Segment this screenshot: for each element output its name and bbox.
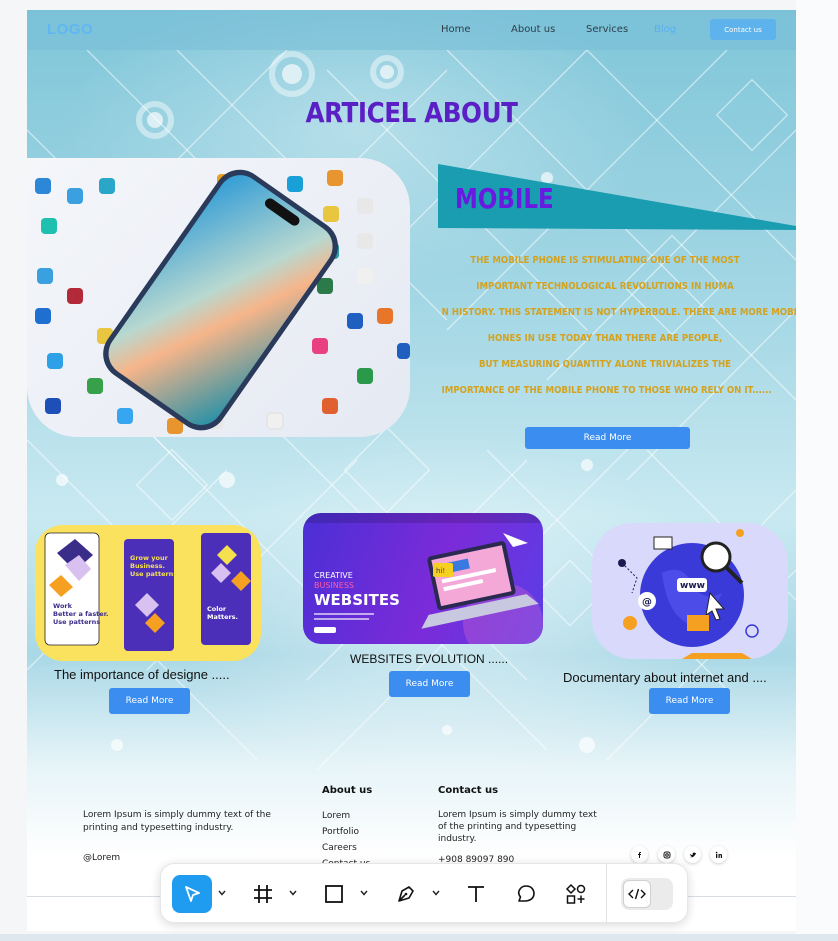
facebook-icon[interactable] xyxy=(631,846,648,863)
card-title-design[interactable]: The importance of designe ..... xyxy=(54,667,230,682)
card-title-websites[interactable]: WEBSITES EVOLUTION ...... xyxy=(350,652,508,666)
twitter-icon[interactable] xyxy=(684,846,701,863)
contact-us-button[interactable]: Contact us xyxy=(710,19,776,40)
card-read-more-button-websites[interactable]: Read More xyxy=(389,671,470,697)
text-tool-button[interactable] xyxy=(456,875,496,913)
artboard-canvas[interactable]: LOGO Home About us Services Blog Contact… xyxy=(27,10,796,931)
components-tool-button[interactable] xyxy=(556,875,596,913)
hero-smartphone-image xyxy=(27,158,410,437)
card1-image-text: Grow your xyxy=(130,554,169,562)
card-read-more-button-internet[interactable]: Read More xyxy=(649,688,730,714)
card1-image-text: Color xyxy=(207,605,227,613)
footer-contact-heading: Contact us xyxy=(438,785,499,796)
pen-tool-button[interactable] xyxy=(386,875,426,913)
footer-contact-text: Lorem Ipsum is simply dummy text of the … xyxy=(438,810,597,844)
text-t-icon xyxy=(468,886,484,902)
dev-mode-toggle[interactable] xyxy=(621,878,673,910)
frame-hash-icon xyxy=(254,885,272,903)
code-brackets-icon xyxy=(623,880,651,908)
card-title-internet[interactable]: Documentary about internet and .... xyxy=(563,670,767,685)
frame-tool-button[interactable] xyxy=(243,875,283,913)
excerpt-line: THE MOBILE PHONE IS STIMULATING ONE OF T… xyxy=(470,255,740,266)
rectangle-icon xyxy=(325,885,343,903)
toolbar-divider xyxy=(606,864,607,924)
footer-handle[interactable]: @Lorem xyxy=(83,853,120,863)
design-patterns-image: Work Better a faster. Use patterns Grow … xyxy=(35,525,261,661)
pen-nib-icon xyxy=(398,886,414,902)
components-icon xyxy=(565,883,586,904)
card2-image-text: BUSINESS xyxy=(314,581,354,590)
card1-image-text: Use patterns xyxy=(53,618,100,626)
chevron-down-icon[interactable] xyxy=(217,888,227,898)
article-subtitle: MOBILE xyxy=(455,182,554,215)
card1-image-text: Work xyxy=(53,602,73,610)
excerpt-line: BUT MEASURING QUANTITY ALONE TRIVIALIZES… xyxy=(478,359,732,370)
footer-about-heading: About us xyxy=(322,785,373,796)
nav-link-about[interactable]: About us xyxy=(511,24,555,35)
nav-link-blog[interactable]: Blog xyxy=(654,24,676,35)
card3-image-text: @ xyxy=(642,597,652,608)
comment-bubble-icon xyxy=(517,885,535,902)
card2-image-text: CREATIVE xyxy=(314,571,353,580)
background-circuit-pattern xyxy=(27,49,796,771)
shape-tool-button[interactable] xyxy=(314,875,354,913)
nav-link-home[interactable]: Home xyxy=(441,24,471,35)
websites-evolution-image: CREATIVE BUSINESS WEBSITES hi! xyxy=(303,513,543,644)
linkedin-icon[interactable] xyxy=(710,846,727,863)
move-tool-button[interactable] xyxy=(172,875,212,913)
card1-image-text: Use patterns xyxy=(130,570,177,578)
excerpt-line: IMPORTANCE OF THE MOBILE PHONE TO THOSE … xyxy=(441,385,772,396)
footer-link-portfolio[interactable]: Portfolio xyxy=(322,824,370,840)
page-title: ARTICEL ABOUT xyxy=(305,96,518,129)
internet-globe-image: www @ xyxy=(592,523,788,659)
chevron-down-icon[interactable] xyxy=(431,888,441,898)
card2-image-text: WEBSITES xyxy=(314,591,400,609)
footer-description: Lorem Ipsum is simply dummy text of the … xyxy=(83,810,271,833)
card1-image-text: Matters. xyxy=(207,613,238,621)
nav-link-services[interactable]: Services xyxy=(586,24,628,35)
card1-image-text: Better a faster. xyxy=(53,610,108,618)
design-toolbar xyxy=(160,863,688,924)
card-read-more-button-design[interactable]: Read More xyxy=(109,688,190,714)
top-navbar: LOGO Home About us Services Blog Contact… xyxy=(27,10,796,50)
canvas-background-strip xyxy=(796,0,838,934)
chevron-down-icon[interactable] xyxy=(288,888,298,898)
footer-link-careers[interactable]: Careers xyxy=(322,840,370,856)
card3-image-text: www xyxy=(680,581,705,591)
excerpt-line: HONES IN USE TODAY THAN THERE ARE PEOPLE… xyxy=(487,333,723,344)
chevron-down-icon[interactable] xyxy=(359,888,369,898)
excerpt-line: N HISTORY. THIS STATEMENT IS NOT HYPERBO… xyxy=(441,307,796,318)
footer-link-lorem[interactable]: Lorem xyxy=(322,808,370,824)
excerpt-line: IMPORTANT TECHNOLOGICAL REVOLUTIONS IN H… xyxy=(476,281,734,292)
instagram-icon[interactable] xyxy=(658,846,675,863)
cursor-arrow-icon xyxy=(185,886,200,902)
card1-image-text: Business. xyxy=(130,562,165,570)
card2-image-text: hi! xyxy=(436,567,445,575)
canvas-bottom-edge xyxy=(0,934,838,941)
hero-read-more-button[interactable]: Read More xyxy=(525,427,690,449)
comment-tool-button[interactable] xyxy=(506,875,546,913)
site-logo[interactable]: LOGO xyxy=(47,21,93,38)
article-excerpt: THE MOBILE PHONE IS STIMULATING ONE OF T… xyxy=(415,248,796,404)
